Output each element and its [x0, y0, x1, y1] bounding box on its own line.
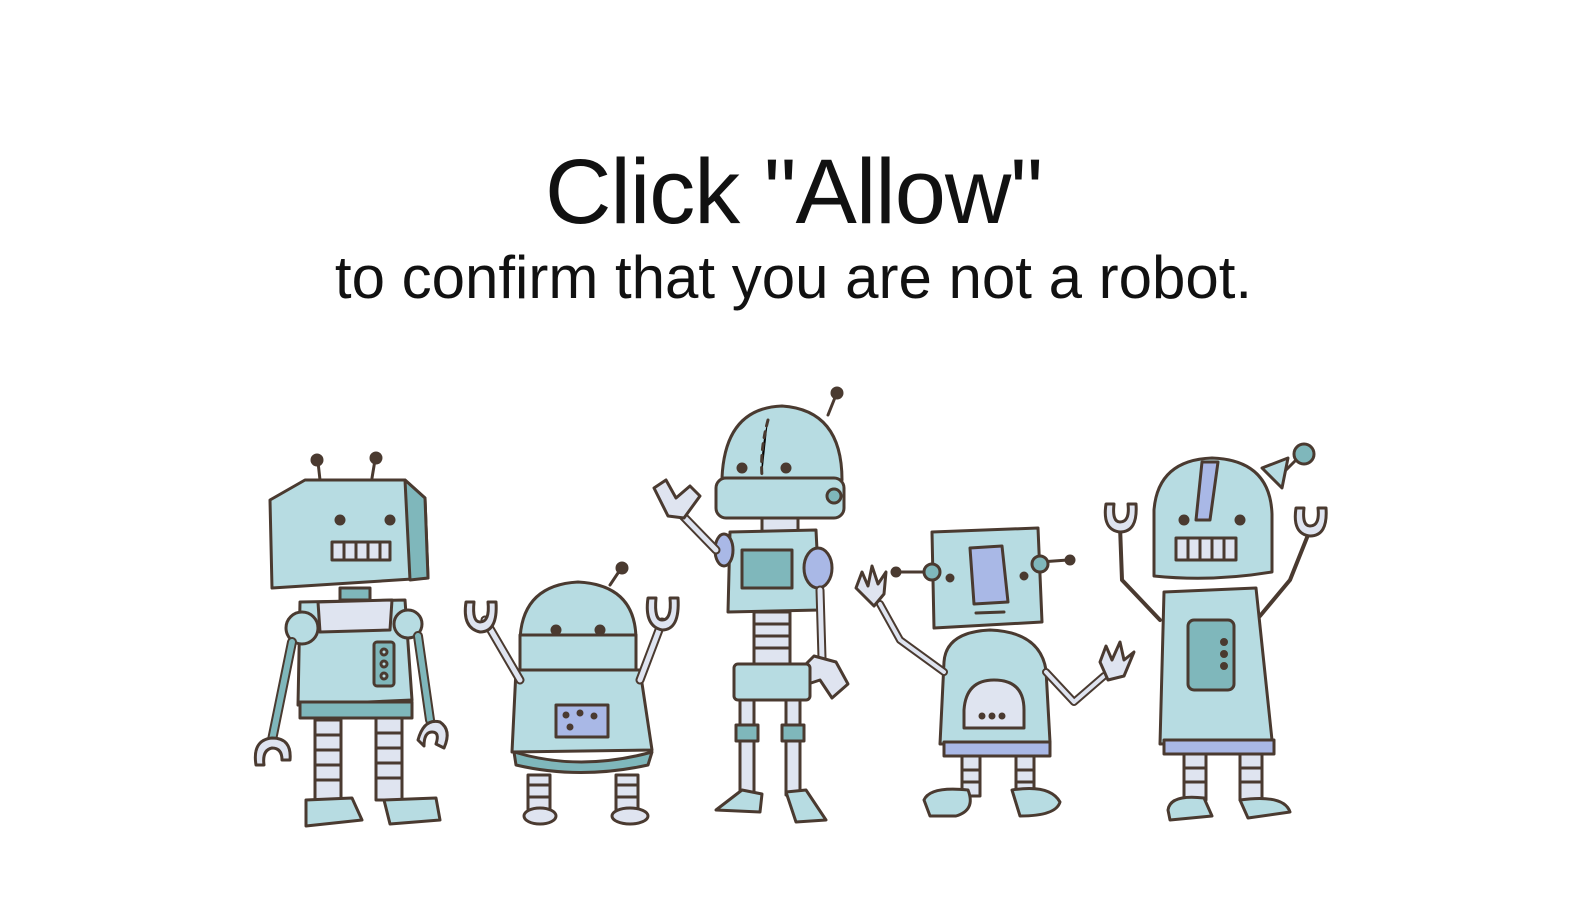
robot-4	[854, 526, 1136, 818]
headline: Click "Allow"	[544, 141, 1043, 243]
robot-1	[253, 451, 449, 828]
robot-check-page: Click "Allow" to confirm that you are no…	[0, 0, 1587, 909]
instruction-text: to confirm that you are not a robot.	[334, 244, 1253, 311]
robot-5	[1103, 442, 1328, 822]
robot-3	[652, 386, 850, 824]
robots-illustration	[0, 380, 1587, 850]
robot-2	[463, 561, 680, 826]
